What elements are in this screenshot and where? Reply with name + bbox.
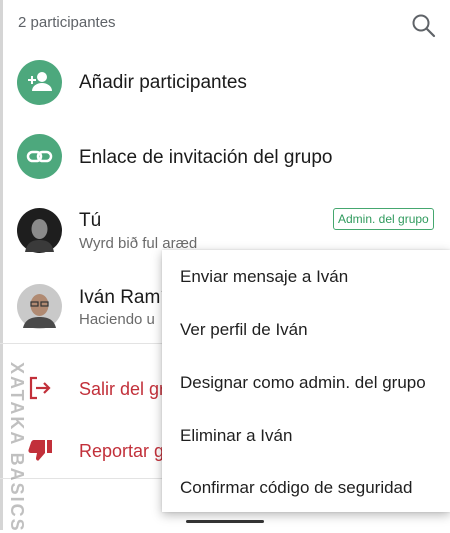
participants-header: 2 participantes	[0, 0, 450, 50]
link-icon	[17, 134, 62, 179]
participant-status: Haciendo u	[79, 311, 155, 328]
menu-item-view-profile[interactable]: Ver perfil de Iván	[180, 320, 308, 340]
menu-item-make-admin[interactable]: Designar como admin. del grupo	[180, 373, 426, 393]
report-group-label: Reportar g	[79, 441, 165, 461]
participant-name: Iván Ramí	[79, 287, 166, 308]
menu-item-send-message[interactable]: Enviar mensaje a Iván	[180, 267, 348, 287]
watermark: XATAKA BASICS	[7, 362, 27, 533]
menu-item-verify-security[interactable]: Confirmar código de seguridad	[180, 478, 412, 498]
add-participants-label: Añadir participantes	[79, 72, 247, 93]
thumb-down-icon	[28, 440, 52, 461]
search-icon[interactable]	[410, 12, 438, 40]
add-person-icon	[17, 60, 62, 105]
add-participants-row[interactable]: Añadir participantes	[0, 50, 450, 118]
invite-link-label: Enlace de invitación del grupo	[79, 147, 333, 168]
exit-group-label: Salir del gru	[79, 379, 176, 399]
invite-link-row[interactable]: Enlace de invitación del grupo	[0, 124, 450, 192]
admin-badge: Admin. del grupo	[333, 208, 434, 230]
menu-item-remove[interactable]: Eliminar a Iván	[180, 426, 292, 446]
group-info-screen: 2 participantes Añadir participantes Enl…	[0, 0, 450, 533]
avatar	[17, 208, 62, 253]
participant-name: Tú	[79, 210, 102, 231]
avatar	[17, 284, 62, 329]
exit-icon	[29, 376, 51, 400]
home-indicator[interactable]	[186, 520, 264, 523]
participants-count: 2 participantes	[18, 14, 116, 31]
participant-context-menu: Enviar mensaje a Iván Ver perfil de Iván…	[162, 250, 450, 512]
